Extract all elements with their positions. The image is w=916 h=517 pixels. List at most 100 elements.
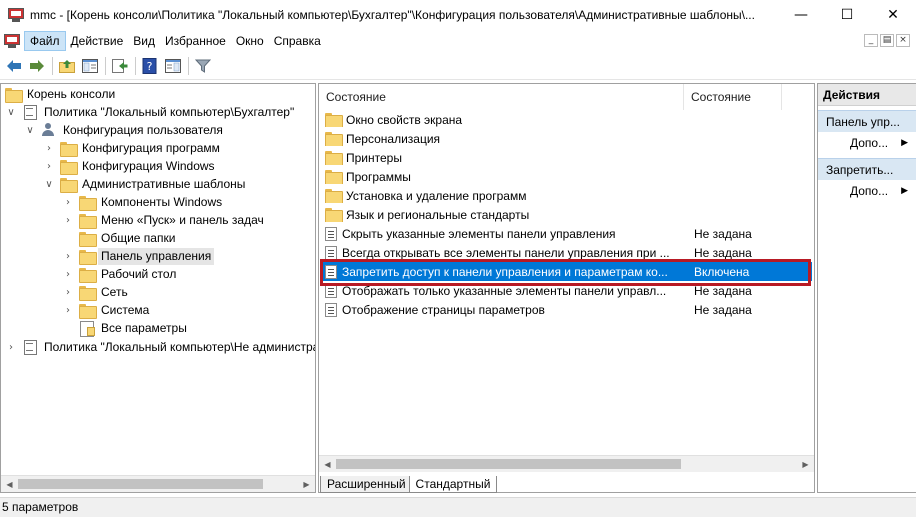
scroll-left-icon[interactable]: ◀ <box>1 476 18 492</box>
list-item-state: Не задана <box>694 245 752 260</box>
menu-window[interactable]: Окно <box>231 31 269 51</box>
filter-icon[interactable] <box>192 56 214 76</box>
list-item[interactable]: Персонализация <box>321 129 812 148</box>
forward-arrow-icon[interactable] <box>26 56 48 76</box>
folder-icon <box>325 170 343 184</box>
tree-expander-empty <box>62 319 74 337</box>
actions-section-setting[interactable]: Запретить... <box>818 158 916 180</box>
list-item-name: Окно свойств экрана <box>346 112 463 127</box>
list-item[interactable]: Окно свойств экрана <box>321 110 812 129</box>
tree-item-desktop[interactable]: › Рабочий стол <box>62 265 179 283</box>
tree-item-windows-settings[interactable]: › Конфигурация Windows <box>43 157 218 175</box>
tree-item-control-panel[interactable]: › Панель управления <box>62 247 215 265</box>
show-hide-action-pane-icon[interactable] <box>162 56 184 76</box>
chevron-right-icon[interactable]: › <box>43 139 55 157</box>
list-item[interactable]: Язык и региональные стандарты <box>321 205 812 224</box>
actions-more-item[interactable]: Допо... ▶ <box>818 180 916 202</box>
list-item-name: Установка и удаление программ <box>346 188 527 203</box>
chevron-right-icon[interactable]: › <box>62 301 74 319</box>
column-header-name[interactable]: Состояние <box>319 84 684 110</box>
tree-item-policy-non-admin[interactable]: › Политика "Локальный компьютер\Не админ… <box>5 338 315 356</box>
folder-icon <box>79 213 97 229</box>
tree-item-label: Все параметры <box>101 320 187 335</box>
list-item-state: Включена <box>694 264 750 279</box>
list-item[interactable]: Отображать только указанные элементы пан… <box>321 281 812 300</box>
up-folder-icon[interactable] <box>56 56 78 76</box>
folder-icon <box>325 189 343 203</box>
folder-icon <box>325 132 343 146</box>
tab-extended[interactable]: Расширенный <box>320 476 413 493</box>
chevron-right-icon[interactable]: › <box>62 211 74 229</box>
mdi-restore-button[interactable]: ▤ <box>880 34 894 47</box>
scrollbar-thumb[interactable] <box>18 479 263 489</box>
scroll-left-icon[interactable]: ◀ <box>319 456 336 472</box>
policy-setting-icon <box>325 245 337 260</box>
folder-icon <box>60 177 78 193</box>
column-header-state[interactable]: Состояние <box>684 84 782 110</box>
show-hide-tree-icon[interactable] <box>79 56 101 76</box>
list-item-state: Не задана <box>694 226 752 241</box>
tree-item-shared-folders[interactable]: Общие папки <box>62 229 178 247</box>
list-item-selected[interactable]: Запретить доступ к панели управления и п… <box>321 262 812 281</box>
mdi-close-button[interactable]: × <box>896 34 910 47</box>
list-item[interactable]: Установка и удаление программ <box>321 186 812 205</box>
menu-favorites[interactable]: Избранное <box>160 31 231 51</box>
scrollbar-thumb[interactable] <box>336 459 681 469</box>
chevron-right-icon[interactable]: › <box>62 193 74 211</box>
actions-more-item[interactable]: Допо... ▶ <box>818 132 916 154</box>
menu-action[interactable]: Действие <box>66 31 129 51</box>
scroll-right-icon[interactable]: ▶ <box>797 456 814 472</box>
chevron-right-icon[interactable]: › <box>43 157 55 175</box>
menu-help[interactable]: Справка <box>269 31 326 51</box>
list-horizontal-scrollbar[interactable]: ◀ ▶ <box>319 455 814 472</box>
tree-horizontal-scrollbar[interactable]: ◀ ▶ <box>1 475 315 492</box>
mdi-window-icon[interactable] <box>4 34 20 48</box>
chevron-right-icon[interactable]: › <box>62 265 74 283</box>
list-item[interactable]: Всегда открывать все элементы панели упр… <box>321 243 812 262</box>
chevron-right-icon[interactable]: › <box>62 247 74 265</box>
mdi-minimize-button[interactable]: _ <box>864 34 878 47</box>
policy-icon <box>22 340 38 355</box>
tab-standard[interactable]: Стандартный <box>408 476 498 493</box>
back-arrow-icon[interactable] <box>3 56 25 76</box>
list-item[interactable]: Принтеры <box>321 148 812 167</box>
toolbar-separator <box>105 57 106 75</box>
tree-item-policy-accountant[interactable]: ∨ Политика "Локальный компьютер\Бухгалте… <box>5 103 297 121</box>
svg-text:?: ? <box>147 60 153 73</box>
menu-view[interactable]: Вид <box>128 31 160 51</box>
list-item[interactable]: Отображение страницы параметров Не задан… <box>321 300 812 319</box>
export-list-icon[interactable] <box>109 56 131 76</box>
actions-section-control-panel[interactable]: Панель упр... <box>818 110 916 132</box>
tree-item-console-root[interactable]: Корень консоли <box>5 85 118 103</box>
tree-item-windows-components[interactable]: › Компоненты Windows <box>62 193 225 211</box>
tree-item-software-settings[interactable]: › Конфигурация программ <box>43 139 223 157</box>
close-button[interactable]: ✕ <box>870 0 916 30</box>
toolbar-separator <box>188 57 189 75</box>
mmc-app-icon[interactable] <box>8 8 24 22</box>
console-root-icon <box>5 87 23 103</box>
list-item-state: Не задана <box>694 283 752 298</box>
menu-file[interactable]: Файл <box>24 31 66 51</box>
list-item[interactable]: Программы <box>321 167 812 186</box>
chevron-right-icon[interactable]: › <box>5 338 17 356</box>
tree-item-user-configuration[interactable]: ∨ Конфигурация пользователя <box>24 121 226 139</box>
chevron-down-icon[interactable]: ∨ <box>5 103 17 121</box>
actions-more-label: Допо... <box>850 184 889 198</box>
tree-item-label: Система <box>101 302 150 317</box>
tree-item-start-menu-taskbar[interactable]: › Меню «Пуск» и панель задач <box>62 211 267 229</box>
tree-item-administrative-templates[interactable]: ∨ Административные шаблоны <box>43 175 248 193</box>
help-icon[interactable]: ? <box>139 56 161 76</box>
chevron-down-icon[interactable]: ∨ <box>43 175 55 193</box>
list-item-name: Запретить доступ к панели управления и п… <box>342 264 668 279</box>
tree-item-all-settings[interactable]: Все параметры <box>62 319 190 337</box>
maximize-button[interactable]: ☐ <box>824 0 870 30</box>
folder-icon <box>79 303 97 319</box>
scroll-right-icon[interactable]: ▶ <box>298 476 315 492</box>
chevron-right-icon[interactable]: › <box>62 283 74 301</box>
actions-title: Действия <box>818 84 916 106</box>
chevron-down-icon[interactable]: ∨ <box>24 121 36 139</box>
tree-item-system[interactable]: › Система <box>62 301 152 319</box>
minimize-button[interactable]: — <box>778 0 824 30</box>
tree-item-network[interactable]: › Сеть <box>62 283 131 301</box>
list-item[interactable]: Скрыть указанные элементы панели управле… <box>321 224 812 243</box>
